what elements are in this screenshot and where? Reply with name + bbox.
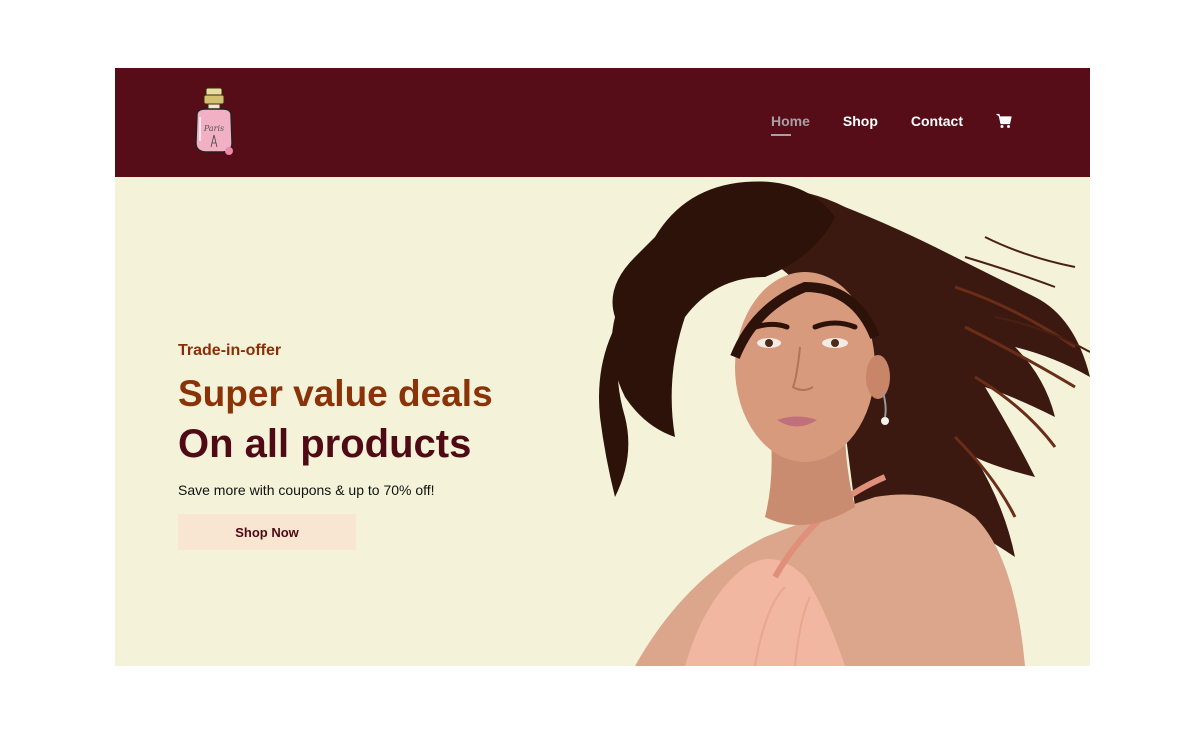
header-bar: Paris Home Shop Contact	[115, 68, 1090, 177]
main-nav: Home Shop Contact	[770, 112, 1012, 136]
shop-now-button[interactable]: Shop Now	[178, 514, 356, 550]
perfume-bottle-logo-icon[interactable]: Paris	[189, 85, 239, 157]
nav-home[interactable]: Home	[770, 112, 810, 136]
woman-with-wavy-hair-portrait	[599, 181, 1090, 666]
hero-eyebrow: Trade-in-offer	[178, 342, 282, 359]
shopping-cart-icon[interactable]	[996, 113, 1012, 129]
active-underline	[770, 134, 791, 136]
hero-banner: Trade-in-offer Super value deals On all …	[115, 177, 1090, 666]
nav-contact[interactable]: Contact	[911, 112, 963, 130]
hero-headline-1: Super value deals	[178, 373, 493, 414]
nav-home-label: Home	[770, 113, 810, 129]
site-frame: Paris Home Shop Contact Trade-in-offer S…	[115, 68, 1090, 666]
svg-text:Paris: Paris	[203, 124, 224, 133]
hero-headline-2: On all products	[178, 422, 472, 466]
nav-contact-label: Contact	[910, 113, 963, 129]
nav-shop[interactable]: Shop	[843, 112, 878, 130]
nav-shop-label: Shop	[842, 113, 878, 129]
hero-subtext: Save more with coupons & up to 70% off!	[178, 482, 435, 498]
